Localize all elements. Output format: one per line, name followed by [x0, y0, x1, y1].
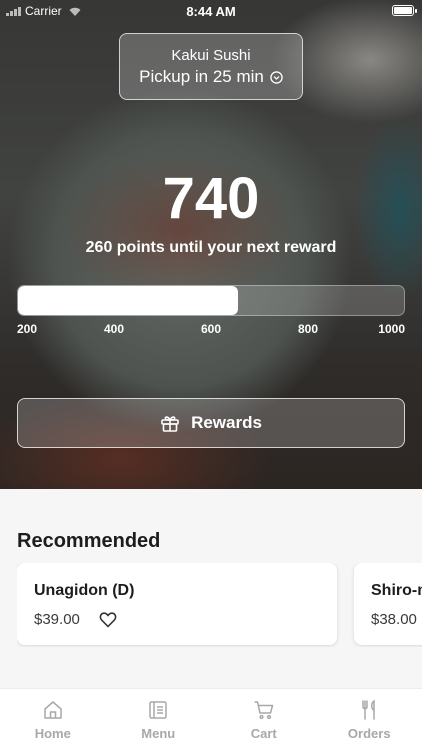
hero-banner: Carrier 8:44 AM Kakui Sushi Pickup in 25…	[0, 0, 422, 489]
recommended-carousel[interactable]: Unagidon (D) $39.00 Shiro-maguro $38.00	[17, 563, 422, 647]
points-remaining-text: 260 points until your next reward	[85, 239, 337, 256]
tab-home[interactable]: Home	[0, 689, 106, 750]
orders-icon	[362, 699, 375, 720]
pickup-time: Pickup in 25 min	[139, 67, 283, 87]
home-icon	[44, 701, 62, 719]
rewards-button-label: Rewards	[191, 413, 262, 432]
store-pickup-selector[interactable]: Kakui Sushi Pickup in 25 min	[119, 33, 303, 100]
battery-icon	[392, 5, 417, 16]
progress-tick-label: 1000	[378, 322, 405, 336]
store-name: Kakui Sushi	[171, 47, 251, 64]
chevron-down-circle-icon	[270, 70, 283, 84]
tab-orders[interactable]: Orders	[317, 689, 422, 750]
status-time: 8:44 AM	[186, 4, 236, 19]
progress-tick-labels: 200 400 600 800 1000	[17, 322, 405, 338]
favorite-heart-icon[interactable]	[99, 611, 117, 628]
menu-item-card[interactable]: Unagidon (D) $39.00	[17, 563, 337, 645]
tab-menu[interactable]: Menu	[106, 689, 212, 750]
menu-item-name: Shiro-maguro	[371, 582, 422, 599]
recommended-title: Recommended	[17, 530, 161, 552]
tab-cart[interactable]: Cart	[211, 689, 317, 750]
rewards-button[interactable]: Rewards	[17, 398, 405, 448]
pickup-label: Pickup in 25 min	[139, 67, 264, 86]
tab-home-label: Home	[34, 726, 71, 741]
points-progress-bar	[17, 285, 405, 316]
progress-tick-label: 800	[297, 322, 319, 336]
progress-tick-label: 600	[200, 322, 222, 336]
menu-item-price: $38.00	[371, 611, 417, 628]
tab-cart-label: Cart	[250, 726, 277, 741]
gift-icon	[161, 416, 179, 432]
menu-item-name: Unagidon (D)	[34, 582, 135, 599]
menu-icon	[149, 701, 167, 719]
tab-orders-label: Orders	[347, 726, 391, 741]
bottom-tab-bar: Home Menu Cart Orders	[0, 688, 422, 750]
progress-tick-label: 200	[17, 322, 38, 336]
progress-tick-label: 400	[103, 322, 125, 336]
menu-item-price: $39.00	[34, 611, 80, 628]
points-progress-fill	[18, 286, 239, 315]
points-balance: 740	[162, 166, 260, 231]
menu-item-card[interactable]: Shiro-maguro $38.00	[354, 563, 422, 645]
cart-icon	[254, 701, 273, 720]
status-bar: Carrier 8:44 AM	[0, 0, 422, 22]
tab-menu-label: Menu	[141, 726, 176, 741]
